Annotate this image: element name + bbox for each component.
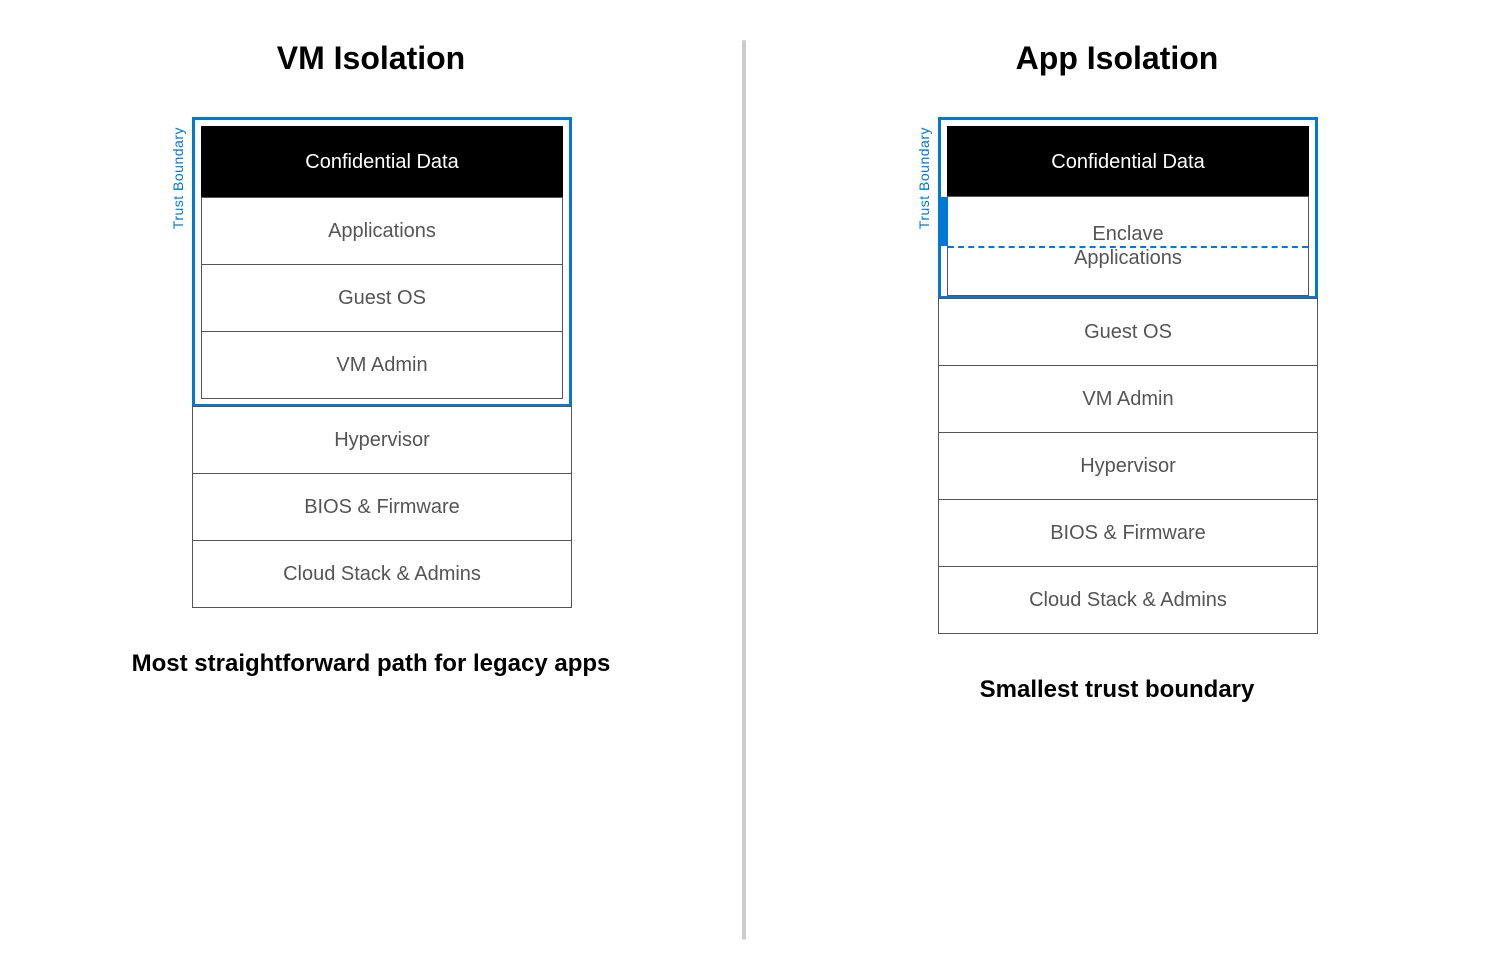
page-container: VM Isolation Trust Boundary Confidential… bbox=[0, 0, 1488, 980]
vm-isolation-column: VM Isolation Trust Boundary Confidential… bbox=[0, 0, 742, 980]
app-hypervisor-layer: Hypervisor bbox=[938, 432, 1318, 500]
app-enclave-top-label: Enclave bbox=[1092, 214, 1163, 246]
app-confidential-layer: Confidential Data bbox=[947, 126, 1309, 198]
vm-caption: Most straightforward path for legacy app… bbox=[132, 648, 611, 679]
app-vmadmin-layer: VM Admin bbox=[938, 365, 1318, 433]
vm-cloudstack-label: Cloud Stack & Admins bbox=[283, 562, 481, 586]
vm-diagram-wrapper: Trust Boundary Confidential Data Applica… bbox=[20, 117, 722, 608]
vm-cloudstack-layer: Cloud Stack & Admins bbox=[192, 540, 572, 608]
app-hypervisor-label: Hypervisor bbox=[1080, 454, 1176, 478]
enclave-blue-sidebar bbox=[939, 197, 948, 246]
vm-applications-label: Applications bbox=[328, 219, 436, 243]
vm-isolation-title: VM Isolation bbox=[277, 40, 465, 77]
app-isolation-column: App Isolation Trust Boundary Confidentia… bbox=[746, 0, 1488, 980]
app-confidential-label: Confidential Data bbox=[1051, 151, 1204, 174]
vm-trust-boundary-label: Trust Boundary bbox=[170, 127, 186, 229]
app-enclave-bottom-label: Applications bbox=[1074, 246, 1182, 278]
vm-confidential-layer: Confidential Data bbox=[201, 126, 563, 198]
app-guestos-layer: Guest OS bbox=[938, 298, 1318, 366]
vm-vmadmin-layer: VM Admin bbox=[201, 331, 563, 399]
app-diagram-wrapper: Trust Boundary Confidential Data Enclave bbox=[766, 117, 1468, 634]
vm-hypervisor-label: Hypervisor bbox=[334, 428, 430, 452]
app-cloudstack-layer: Cloud Stack & Admins bbox=[938, 566, 1318, 634]
app-isolation-title: App Isolation bbox=[1016, 40, 1219, 77]
app-stack: Confidential Data Enclave Applications G… bbox=[938, 117, 1318, 634]
vm-stack: Confidential Data Applications Guest OS … bbox=[192, 117, 572, 608]
app-enclave-layer: Enclave Applications bbox=[947, 196, 1309, 296]
app-bios-label: BIOS & Firmware bbox=[1050, 521, 1206, 545]
app-trust-boundary-label: Trust Boundary bbox=[916, 127, 932, 229]
app-bios-layer: BIOS & Firmware bbox=[938, 499, 1318, 567]
vm-vmadmin-label: VM Admin bbox=[336, 353, 427, 377]
vm-hypervisor-layer: Hypervisor bbox=[192, 406, 572, 474]
app-cloudstack-label: Cloud Stack & Admins bbox=[1029, 588, 1227, 612]
vm-bios-layer: BIOS & Firmware bbox=[192, 473, 572, 541]
vm-guestos-label: Guest OS bbox=[338, 286, 426, 310]
app-guestos-label: Guest OS bbox=[1084, 320, 1172, 344]
app-trust-boundary-box: Confidential Data Enclave Applications bbox=[938, 117, 1318, 299]
vm-confidential-label: Confidential Data bbox=[305, 151, 458, 174]
vm-bios-label: BIOS & Firmware bbox=[304, 495, 460, 519]
app-caption: Smallest trust boundary bbox=[980, 674, 1255, 705]
app-vmadmin-label: VM Admin bbox=[1082, 387, 1173, 411]
vm-guestos-layer: Guest OS bbox=[201, 264, 563, 332]
vm-trust-boundary-box: Confidential Data Applications Guest OS … bbox=[192, 117, 572, 407]
vm-applications-layer: Applications bbox=[201, 197, 563, 265]
